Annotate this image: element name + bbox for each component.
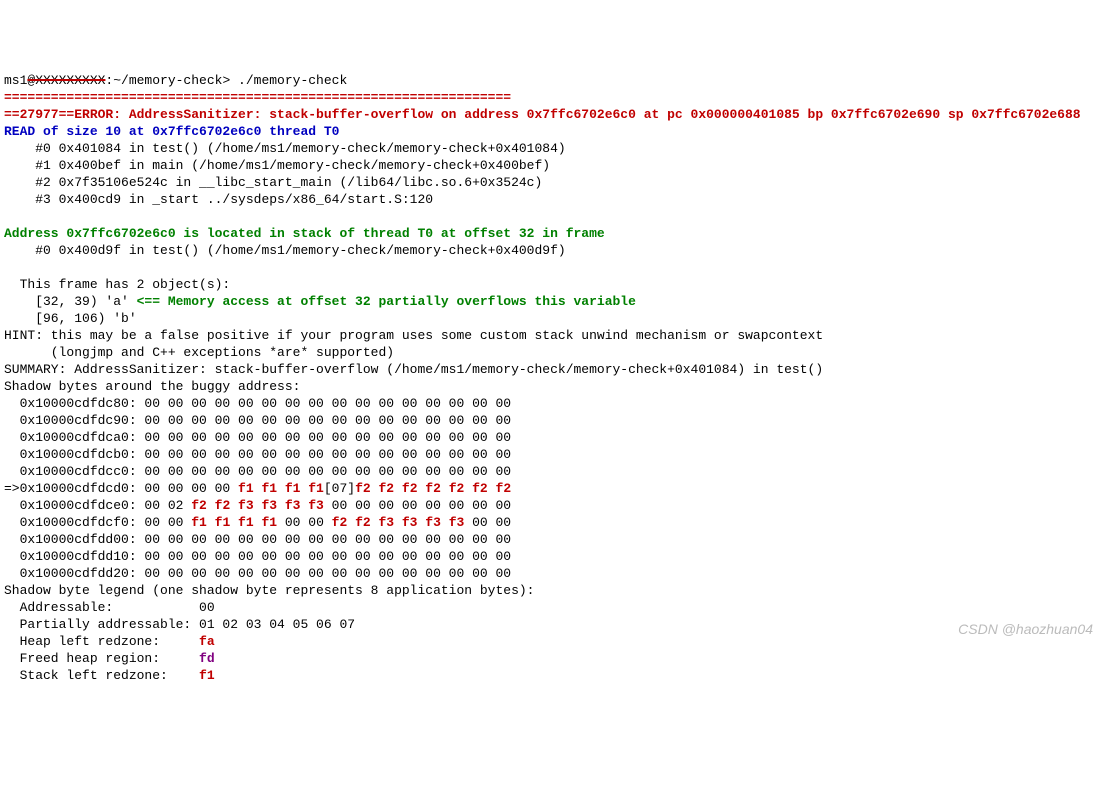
shadow-row-suffix: 00 00	[464, 515, 511, 530]
shadow-row: 0x10000cdfdd00: 00 00 00 00 00 00 00 00 …	[4, 532, 511, 547]
legend-addressable-value: 00	[199, 600, 215, 615]
legend-freed-value: fd	[199, 651, 215, 666]
shadow-row-mid: 00 00	[277, 515, 332, 530]
legend-addressable-label: Addressable:	[4, 600, 199, 615]
shadow-row: 0x10000cdfdca0: 00 00 00 00 00 00 00 00 …	[4, 430, 511, 445]
shadow-row-suffix: 00 00 00 00 00 00 00 00	[324, 498, 511, 513]
shadow-row-pointer: =>0x10000cdfdcd0: 00 00 00 00	[4, 481, 238, 496]
stack-frame: #0 0x401084 in test() (/home/ms1/memory-…	[4, 141, 566, 156]
shadow-row: 0x10000cdfdcf0: 00 00	[4, 515, 191, 530]
shadow-redzone: f1 f1 f1 f1	[191, 515, 277, 530]
shadow-row: 0x10000cdfdd10: 00 00 00 00 00 00 00 00 …	[4, 549, 511, 564]
stack-frame: #0 0x400d9f in test() (/home/ms1/memory-…	[4, 243, 566, 258]
asan-hint: HINT: this may be a false positive if yo…	[4, 328, 823, 343]
shadow-bytes-header: Shadow bytes around the buggy address:	[4, 379, 300, 394]
hostname-redacted: @XXXXXXXXX	[27, 73, 105, 88]
shadow-f1: f1 f1 f1 f1	[238, 481, 324, 496]
command: ./memory-check	[238, 73, 347, 88]
prompt-path: :~/memory-check>	[105, 73, 238, 88]
legend-freed-label: Freed heap region:	[4, 651, 199, 666]
shadow-row: 0x10000cdfdcc0: 00 00 00 00 00 00 00 00 …	[4, 464, 511, 479]
separator: ========================================…	[4, 90, 511, 105]
legend-stack-left-value: f1	[199, 668, 215, 683]
shadow-row: 0x10000cdfdcb0: 00 00 00 00 00 00 00 00 …	[4, 447, 511, 462]
frame-object-b: [96, 106) 'b'	[4, 311, 137, 326]
stack-frame: #2 0x7f35106e524c in __libc_start_main (…	[4, 175, 542, 190]
stack-frame: #3 0x400cd9 in _start ../sysdeps/x86_64/…	[4, 192, 433, 207]
shadow-row: 0x10000cdfdc90: 00 00 00 00 00 00 00 00 …	[4, 413, 511, 428]
shadow-row: 0x10000cdfdd20: 00 00 00 00 00 00 00 00 …	[4, 566, 511, 581]
legend-heap-left-label: Heap left redzone:	[4, 634, 199, 649]
prompt-user: ms1	[4, 73, 27, 88]
frame-object-a: [32, 39) 'a'	[4, 294, 137, 309]
watermark: CSDN @haozhuan04	[958, 621, 1093, 638]
shadow-redzone: f2 f2 f3 f3 f3 f3	[191, 498, 324, 513]
legend-heap-left-value: fa	[199, 634, 215, 649]
legend-stack-left-label: Stack left redzone:	[4, 668, 199, 683]
shadow-redzone: f2 f2 f3 f3 f3 f3	[332, 515, 465, 530]
frame-objects-intro: This frame has 2 object(s):	[4, 277, 230, 292]
frame-object-a-hint: <== Memory access at offset 32 partially…	[137, 294, 636, 309]
asan-hint: (longjmp and C++ exceptions *are* suppor…	[4, 345, 394, 360]
asan-summary: SUMMARY: AddressSanitizer: stack-buffer-…	[4, 362, 823, 377]
shadow-f2: f2 f2 f2 f2 f2 f2 f2	[355, 481, 511, 496]
legend-partial: Partially addressable: 01 02 03 04 05 06…	[4, 617, 363, 632]
shadow-legend-header: Shadow byte legend (one shadow byte repr…	[4, 583, 535, 598]
shadow-row: 0x10000cdfdc80: 00 00 00 00 00 00 00 00 …	[4, 396, 511, 411]
shadow-row: 0x10000cdfdce0: 00 02	[4, 498, 191, 513]
stack-frame: #1 0x400bef in main (/home/ms1/memory-ch…	[4, 158, 550, 173]
terminal-output: ms1@XXXXXXXXX:~/memory-check> ./memory-c…	[4, 72, 1101, 684]
asan-address-line: Address 0x7ffc6702e6c0 is located in sta…	[4, 226, 605, 241]
asan-error-line: ==27977==ERROR: AddressSanitizer: stack-…	[4, 107, 1081, 122]
shadow-target-byte: [07]	[324, 481, 355, 496]
asan-read-line: READ of size 10 at 0x7ffc6702e6c0 thread…	[4, 124, 339, 139]
